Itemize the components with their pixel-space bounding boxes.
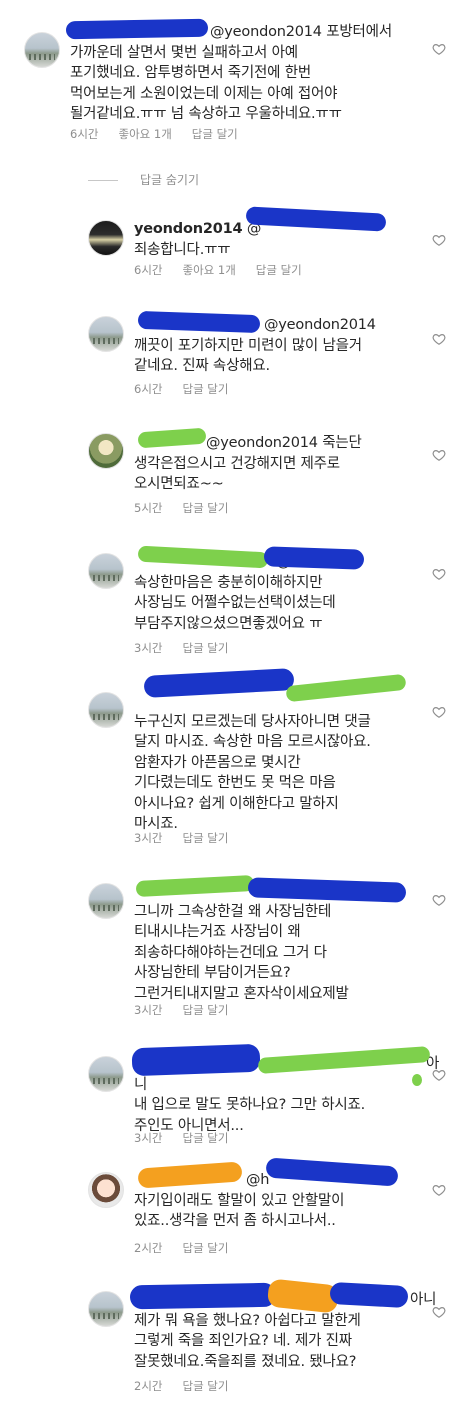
redaction-mark — [329, 1281, 409, 1309]
comment-time: 2시간 — [134, 1241, 163, 1255]
reply-button[interactable]: 답글 달기 — [256, 263, 302, 277]
reply-button[interactable]: 답글 달기 — [182, 831, 228, 845]
avatar[interactable] — [88, 316, 124, 352]
comment-mention[interactable]: @yeondon2014 — [206, 435, 318, 451]
reply-button[interactable]: 답글 달기 — [182, 1241, 228, 1255]
comment-time: 2시간 — [134, 1379, 163, 1393]
comment-body: 죄송합니다.ㅠㅠ — [134, 241, 231, 258]
redaction-mark — [65, 18, 209, 40]
comment-time: 5시간 — [134, 501, 163, 515]
redaction-mark — [263, 546, 365, 570]
heart-icon[interactable] — [432, 1305, 446, 1319]
comment-time: 6시간 — [134, 382, 163, 396]
comment-mention[interactable]: @yeondon2014 — [264, 317, 376, 333]
heart-icon[interactable] — [432, 567, 446, 581]
comment-body: 속상한마음은 충분히이해하지만 사장님도 어쩔수없는선택이셨는데 부담주지않으셨… — [134, 574, 336, 632]
avatar[interactable] — [88, 1172, 124, 1208]
comment-meta: 3시간 답글 달기 — [134, 830, 248, 846]
avatar[interactable] — [88, 1291, 124, 1327]
comment-mention[interactable]: @h — [246, 1172, 269, 1188]
comment-body: 그니까 그속상한걸 왜 사장님한테 티내시냐는거죠 사장님이 왜 죄송하다해야하… — [134, 903, 349, 1002]
heart-icon[interactable] — [432, 1183, 446, 1197]
heart-icon[interactable] — [432, 448, 446, 462]
comment-meta: 3시간 답글 달기 — [134, 640, 248, 656]
comment-meta: 2시간 답글 달기 — [134, 1378, 248, 1394]
likes-count[interactable]: 좋아요 1개 — [182, 263, 235, 277]
comment-meta: 6시간 좋아요 1개 답글 달기 — [134, 262, 322, 278]
comment-time: 6시간 — [70, 127, 99, 141]
comment-body: 자기입이래도 할말이 있고 안할말이 있죠..생각을 먼저 좀 하시고나서.. — [134, 1192, 345, 1230]
reply-button[interactable]: 답글 달기 — [192, 127, 238, 141]
reply-button[interactable]: 답글 달기 — [182, 382, 228, 396]
redaction-mark — [412, 1074, 422, 1086]
heart-icon[interactable] — [432, 893, 446, 907]
comment-meta: 2시간 답글 달기 — [134, 1240, 248, 1256]
comment-time: 3시간 — [134, 641, 163, 655]
comment-time: 6시간 — [134, 263, 163, 277]
comment-time: 3시간 — [134, 1131, 163, 1145]
comment-username[interactable]: yeondon2014 — [134, 221, 243, 237]
reply-button[interactable]: 답글 달기 — [182, 501, 228, 515]
comment-time: 3시간 — [134, 831, 163, 845]
reply-button[interactable]: 답글 달기 — [182, 1379, 228, 1393]
likes-count[interactable]: 좋아요 1개 — [118, 127, 171, 141]
comment-text: 누구신지 모르겠는데 당사자아니면 댓글 달지 마시죠. 속상한 마음 모르시잖… — [134, 691, 444, 835]
redaction-mark — [129, 1282, 277, 1310]
heart-icon[interactable] — [432, 42, 446, 56]
heart-icon[interactable] — [432, 233, 446, 247]
avatar[interactable] — [88, 1056, 124, 1092]
heart-icon[interactable] — [432, 705, 446, 719]
avatar[interactable] — [88, 883, 124, 919]
comment-meta: 3시간 답글 달기 — [134, 1002, 248, 1018]
comment-body: 누구신지 모르겠는데 당사자아니면 댓글 달지 마시죠. 속상한 마음 모르시잖… — [134, 713, 371, 833]
comment-meta: 6시간 답글 달기 — [134, 381, 248, 397]
heart-icon[interactable] — [432, 332, 446, 346]
heart-icon[interactable] — [432, 1068, 446, 1082]
redaction-mark — [131, 1043, 261, 1077]
avatar[interactable] — [88, 220, 124, 256]
reply-button[interactable]: 답글 달기 — [182, 641, 228, 655]
comment-meta: 5시간 답글 달기 — [134, 500, 248, 516]
comment-time: 3시간 — [134, 1003, 163, 1017]
reply-toggle-divider — [88, 180, 118, 181]
avatar[interactable] — [88, 553, 124, 589]
comment-meta: 6시간 좋아요 1개 답글 달기 — [70, 126, 258, 142]
avatar[interactable] — [24, 32, 60, 68]
hide-replies-button[interactable]: 답글 숨기기 — [140, 171, 199, 188]
avatar[interactable] — [88, 692, 124, 728]
reply-button[interactable]: 답글 달기 — [182, 1003, 228, 1017]
comment-mention[interactable]: @yeondon2014 — [210, 24, 322, 40]
reply-button[interactable]: 답글 달기 — [182, 1131, 228, 1145]
comment-meta: 3시간 답글 달기 — [134, 1130, 248, 1146]
avatar[interactable] — [88, 433, 124, 469]
comment-body: 깨끗이 포기하지만 미련이 많이 남을거 같네요. 진짜 속상해요. — [134, 337, 362, 375]
